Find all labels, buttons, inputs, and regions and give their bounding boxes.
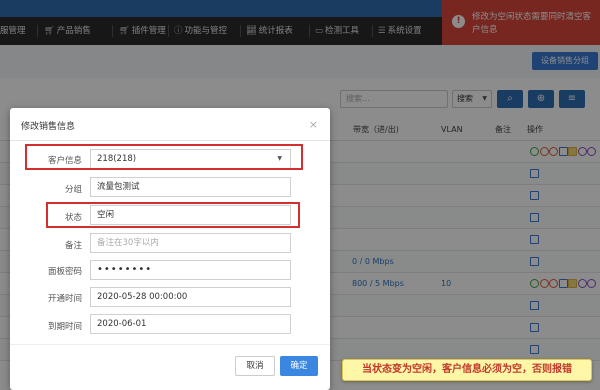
divider — [10, 344, 330, 345]
edit-sales-modal: 修改销售信息 × 客户信息 218(218) ▼ 分组 流量包测试 状态 空闲 备… — [10, 108, 330, 390]
panel-password-input[interactable]: •••••••• — [90, 260, 291, 280]
annotation-note: 当状态变为空闲，客户信息必须为空，否则报错 — [342, 359, 592, 381]
expire-time-label: 到期时间 — [47, 322, 82, 332]
group-label: 分组 — [64, 185, 82, 195]
confirm-button[interactable]: 确定 — [280, 356, 318, 376]
highlight-box — [25, 144, 303, 170]
modal-title: 修改销售信息 — [21, 122, 76, 132]
highlight-box — [46, 202, 300, 228]
expire-time-input[interactable]: 2020-06-01 — [90, 314, 291, 334]
cancel-button[interactable]: 取消 — [235, 356, 275, 376]
open-time-label: 开通时间 — [47, 294, 82, 304]
open-time-input[interactable]: 2020-05-28 00:00:00 — [90, 287, 291, 307]
group-field[interactable]: 流量包测试 — [90, 177, 291, 197]
close-icon[interactable]: × — [309, 118, 318, 131]
panel-password-label: 面板密码 — [47, 267, 82, 277]
remark-input[interactable]: 备注在30字以内 — [90, 233, 291, 253]
divider — [10, 140, 330, 141]
remark-label: 备注 — [64, 241, 82, 251]
